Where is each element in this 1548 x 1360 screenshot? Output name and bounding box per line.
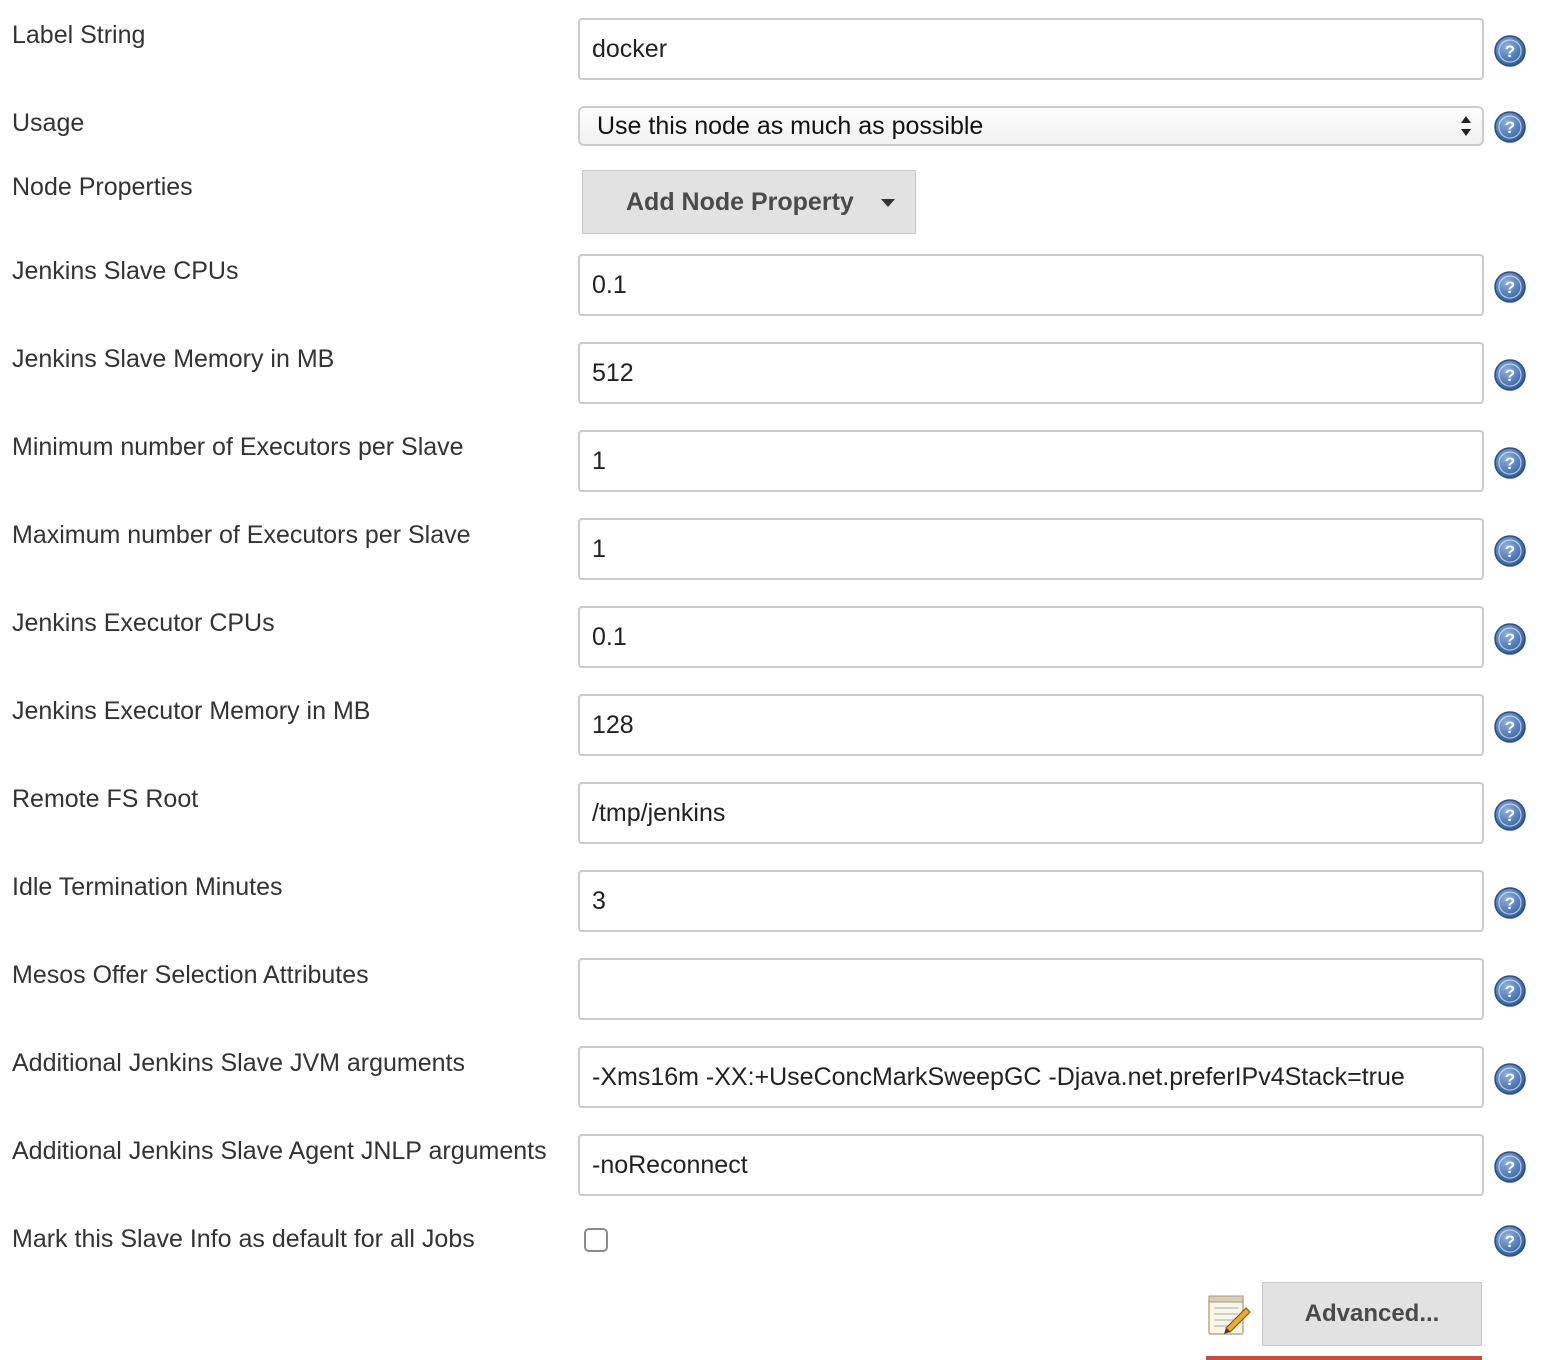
executor-cpus-input[interactable] xyxy=(578,606,1484,668)
remote-fs-root-label: Remote FS Root xyxy=(12,785,199,813)
executor-memory-label: Jenkins Executor Memory in MB xyxy=(12,697,371,725)
svg-text:?: ? xyxy=(1505,42,1515,61)
help-icon[interactable]: ? xyxy=(1494,1063,1526,1095)
jnlp-args-label: Additional Jenkins Slave Agent JNLP argu… xyxy=(12,1137,547,1165)
add-node-property-button[interactable]: Add Node Property xyxy=(582,170,916,234)
min-executors-label: Minimum number of Executors per Slave xyxy=(12,433,464,461)
slave-memory-input[interactable] xyxy=(578,342,1484,404)
help-icon[interactable]: ? xyxy=(1494,271,1526,303)
default-slave-label: Mark this Slave Info as default for all … xyxy=(12,1225,475,1253)
slave-cpus-input[interactable] xyxy=(578,254,1484,316)
svg-text:?: ? xyxy=(1505,718,1515,737)
svg-text:?: ? xyxy=(1505,542,1515,561)
svg-text:?: ? xyxy=(1505,1070,1515,1089)
notepad-icon xyxy=(1208,1295,1251,1335)
chevron-down-icon xyxy=(881,199,895,207)
svg-text:?: ? xyxy=(1505,118,1515,137)
add-node-property-label: Add Node Property xyxy=(626,188,854,216)
help-icon[interactable]: ? xyxy=(1494,111,1526,143)
remote-fs-root-input[interactable] xyxy=(578,782,1484,844)
help-icon[interactable]: ? xyxy=(1494,359,1526,391)
usage-selected-value: Use this node as much as possible xyxy=(597,112,984,140)
svg-text:?: ? xyxy=(1505,278,1515,297)
usage-label: Usage xyxy=(12,109,85,137)
mesos-offer-attributes-label: Mesos Offer Selection Attributes xyxy=(12,961,369,989)
slave-info-form: Label String ? Usage Use this node as mu… xyxy=(0,0,1548,1360)
max-executors-input[interactable] xyxy=(578,518,1484,580)
help-icon[interactable]: ? xyxy=(1494,535,1526,567)
svg-text:?: ? xyxy=(1505,630,1515,649)
executor-memory-input[interactable] xyxy=(578,694,1484,756)
help-icon[interactable]: ? xyxy=(1494,975,1526,1007)
executor-cpus-label: Jenkins Executor CPUs xyxy=(12,609,275,637)
jvm-args-input[interactable] xyxy=(578,1046,1484,1108)
help-icon[interactable]: ? xyxy=(1494,35,1526,67)
idle-termination-label: Idle Termination Minutes xyxy=(12,873,283,901)
slave-cpus-label: Jenkins Slave CPUs xyxy=(12,257,239,285)
default-slave-checkbox[interactable] xyxy=(584,1228,608,1252)
svg-text:?: ? xyxy=(1505,1158,1515,1177)
select-arrows-icon xyxy=(1461,116,1471,136)
svg-text:?: ? xyxy=(1505,982,1515,1001)
help-icon[interactable]: ? xyxy=(1494,711,1526,743)
label-string-input[interactable] xyxy=(578,18,1484,80)
help-icon[interactable]: ? xyxy=(1494,623,1526,655)
label-string-label: Label String xyxy=(12,21,146,49)
svg-text:?: ? xyxy=(1505,894,1515,913)
mesos-offer-attributes-input[interactable] xyxy=(578,958,1484,1020)
node-properties-label: Node Properties xyxy=(12,173,193,201)
idle-termination-input[interactable] xyxy=(578,870,1484,932)
svg-text:?: ? xyxy=(1505,454,1515,473)
usage-select[interactable]: Use this node as much as possible xyxy=(578,106,1484,146)
help-icon[interactable]: ? xyxy=(1494,1151,1526,1183)
slave-memory-label: Jenkins Slave Memory in MB xyxy=(12,345,335,373)
min-executors-input[interactable] xyxy=(578,430,1484,492)
jnlp-args-input[interactable] xyxy=(578,1134,1484,1196)
svg-text:?: ? xyxy=(1505,1232,1515,1251)
next-button-edge[interactable] xyxy=(1206,1356,1482,1360)
help-icon[interactable]: ? xyxy=(1494,1225,1526,1257)
help-icon[interactable]: ? xyxy=(1494,799,1526,831)
max-executors-label: Maximum number of Executors per Slave xyxy=(12,521,471,549)
jvm-args-label: Additional Jenkins Slave JVM arguments xyxy=(12,1049,466,1077)
help-icon[interactable]: ? xyxy=(1494,447,1526,479)
svg-text:?: ? xyxy=(1505,366,1515,385)
help-icon[interactable]: ? xyxy=(1494,887,1526,919)
advanced-button[interactable]: Advanced... xyxy=(1262,1282,1482,1346)
svg-text:?: ? xyxy=(1505,806,1515,825)
